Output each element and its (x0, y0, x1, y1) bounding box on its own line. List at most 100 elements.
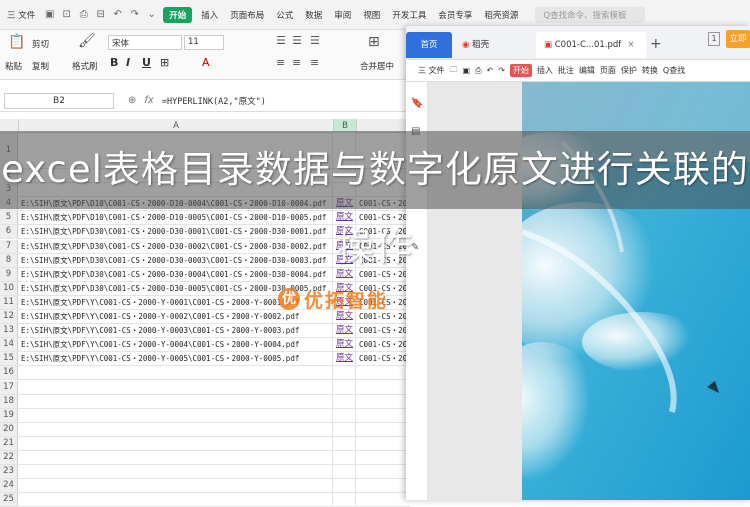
cell-hyperlink[interactable] (334, 366, 356, 380)
font-color-icon[interactable]: A (202, 56, 210, 69)
cell-path[interactable] (19, 394, 333, 408)
pdf-tab-page[interactable]: 页面 (600, 65, 616, 76)
cell-hyperlink[interactable]: 原文 (334, 352, 356, 366)
pdf-tab-edit[interactable]: 编辑 (579, 65, 595, 76)
export-icon[interactable]: ⊡ (61, 9, 72, 20)
tab-view[interactable]: 视图 (360, 7, 383, 23)
cell-hyperlink[interactable]: 原文 (334, 324, 356, 338)
row-number[interactable]: 23 (0, 465, 18, 479)
cell-code[interactable] (357, 409, 410, 422)
cell-code[interactable] (357, 395, 410, 408)
format-painter-button[interactable]: 格式刷 (72, 60, 98, 72)
cell-code[interactable] (357, 451, 410, 464)
cell-path[interactable] (19, 408, 333, 422)
open-icon[interactable]: 🗀 (450, 64, 458, 78)
row-number[interactable]: 8 (0, 253, 18, 267)
row-number[interactable]: 9 (0, 267, 18, 281)
cell-hyperlink[interactable] (334, 394, 356, 408)
align-right-icon[interactable]: ≡ (310, 56, 319, 69)
align-top-icon[interactable]: ☰ (276, 34, 286, 47)
cell-code[interactable]: C001-CS・20 (357, 338, 410, 351)
bold-button[interactable]: B (110, 56, 118, 69)
row-number[interactable]: 17 (0, 380, 18, 394)
row-number[interactable]: 6 (0, 225, 18, 239)
fx-icon[interactable]: fx (144, 95, 153, 106)
chevron-down-icon[interactable]: ⌄ (146, 9, 157, 20)
close-icon[interactable]: × (627, 40, 634, 50)
italic-button[interactable]: I (126, 56, 130, 69)
cell-path[interactable] (19, 451, 333, 465)
cell-path[interactable]: E:\SIH\原文\PDF\D30\C001-CS・2000-D30-0003\… (19, 253, 333, 267)
row-number[interactable]: 15 (0, 352, 18, 366)
cell-path[interactable] (19, 380, 333, 394)
row-number[interactable]: 7 (0, 239, 18, 253)
cell-path[interactable]: E:\SIH\原文\PDF\Y\C001-CS・2000-Y-0004\C001… (19, 338, 333, 352)
align-middle-icon[interactable]: ☰ (292, 34, 302, 47)
row-number[interactable]: 14 (0, 338, 18, 352)
row-number[interactable]: 24 (0, 479, 18, 493)
tab-data[interactable]: 数据 (302, 7, 325, 23)
pdf-search[interactable]: Q查找 (663, 65, 685, 76)
font-size-select[interactable]: 11 (184, 35, 224, 50)
cut-button[interactable]: 剪切 (32, 38, 49, 50)
cell-hyperlink[interactable] (334, 380, 356, 394)
row-number[interactable]: 16 (0, 366, 18, 380)
print-icon[interactable]: ⎙ (78, 9, 89, 20)
merge-center-button[interactable]: 合并居中 (360, 60, 394, 72)
save-icon[interactable]: ▣ (44, 9, 55, 20)
undo-icon[interactable]: ↶ (112, 9, 123, 20)
cell-code[interactable]: C001-CS・20 (357, 352, 410, 365)
tab-insert[interactable]: 插入 (198, 7, 221, 23)
font-name-select[interactable]: 宋体 (108, 35, 182, 50)
paste-button[interactable]: 粘贴 (5, 60, 22, 72)
align-center-icon[interactable]: ≡ (292, 56, 301, 69)
cell-path[interactable] (19, 436, 333, 450)
cell-hyperlink[interactable] (334, 408, 356, 422)
row-number[interactable]: 22 (0, 451, 18, 465)
cell-code[interactable] (357, 423, 410, 436)
cell-code[interactable] (357, 479, 410, 492)
cell-code[interactable] (357, 366, 410, 379)
tab-developer[interactable]: 开发工具 (389, 7, 429, 23)
cell-code[interactable]: C001-CS・20 (357, 324, 410, 337)
row-number[interactable]: 5 (0, 211, 18, 225)
new-tab-icon[interactable]: + (650, 36, 662, 52)
cell-name-box[interactable]: B2 (4, 92, 114, 109)
tab-page-layout[interactable]: 页面布局 (227, 7, 267, 23)
align-left-icon[interactable]: ≡ (276, 56, 285, 69)
cell-path[interactable]: E:\SIH\原文\PDF\D10\C001-CS・2000-D10-0005\… (19, 211, 333, 225)
cell-path[interactable] (19, 465, 333, 479)
cell-code[interactable] (357, 381, 410, 394)
cell-path[interactable]: E:\SIH\原文\PDF\D30\C001-CS・2000-D30-0002\… (19, 239, 333, 253)
row-number[interactable]: 13 (0, 324, 18, 338)
cell-hyperlink[interactable] (334, 436, 356, 450)
redo-icon[interactable]: ↷ (129, 9, 140, 20)
tab-home[interactable]: 开始 (163, 6, 193, 23)
cell-hyperlink[interactable] (334, 465, 356, 479)
row-number[interactable]: 19 (0, 408, 18, 422)
tab-resources[interactable]: 稻壳资源 (481, 7, 521, 23)
cell-code[interactable] (357, 465, 410, 478)
copy-button[interactable]: 复制 (32, 60, 49, 72)
preview-icon[interactable]: ⊟ (95, 9, 106, 20)
save-icon[interactable]: ▣ (463, 66, 471, 75)
window-count-icon[interactable]: 1 (708, 32, 720, 46)
pdf-tab-start[interactable]: 开始 (509, 64, 532, 77)
cell-path[interactable]: E:\SIH\原文\PDF\Y\C001-CS・2000-Y-0003\C001… (19, 324, 333, 338)
cell-hyperlink[interactable] (334, 451, 356, 465)
cell-path[interactable]: E:\SIH\原文\PDF\D30\C001-CS・2000-D30-0004\… (19, 267, 333, 281)
cell-path[interactable] (19, 479, 333, 493)
cell-hyperlink[interactable] (334, 422, 356, 436)
tab-daoke[interactable]: ◉ 稻壳 (454, 32, 534, 58)
row-number[interactable]: 21 (0, 436, 18, 450)
border-icon[interactable]: ⊞ (160, 56, 169, 69)
login-button[interactable]: 立即 (726, 30, 750, 48)
tab-pdf-file[interactable]: ▣ C001-C...01.pdf × (536, 32, 646, 58)
print-icon[interactable]: ⎙ (475, 66, 481, 76)
cell-path[interactable] (19, 422, 333, 436)
cell-path[interactable] (19, 366, 333, 380)
align-bottom-icon[interactable]: ☰ (310, 34, 320, 47)
formula-input[interactable]: =HYPERLINK(A2,"原文") (162, 95, 266, 107)
tab-member[interactable]: 会员专享 (435, 7, 475, 23)
pdf-tab-protect[interactable]: 保护 (621, 65, 637, 76)
